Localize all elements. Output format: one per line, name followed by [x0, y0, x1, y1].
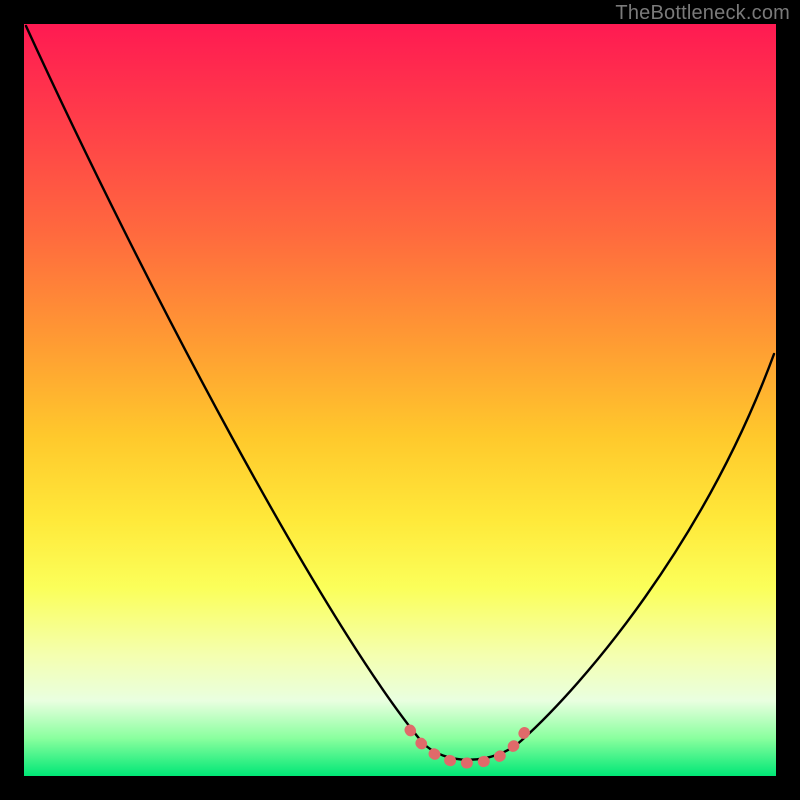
bottleneck-curve-path — [26, 26, 774, 760]
plot-area — [24, 24, 776, 776]
chart-stage: TheBottleneck.com — [0, 0, 800, 800]
bottleneck-curve-svg — [24, 24, 776, 776]
watermark-text: TheBottleneck.com — [615, 2, 790, 25]
